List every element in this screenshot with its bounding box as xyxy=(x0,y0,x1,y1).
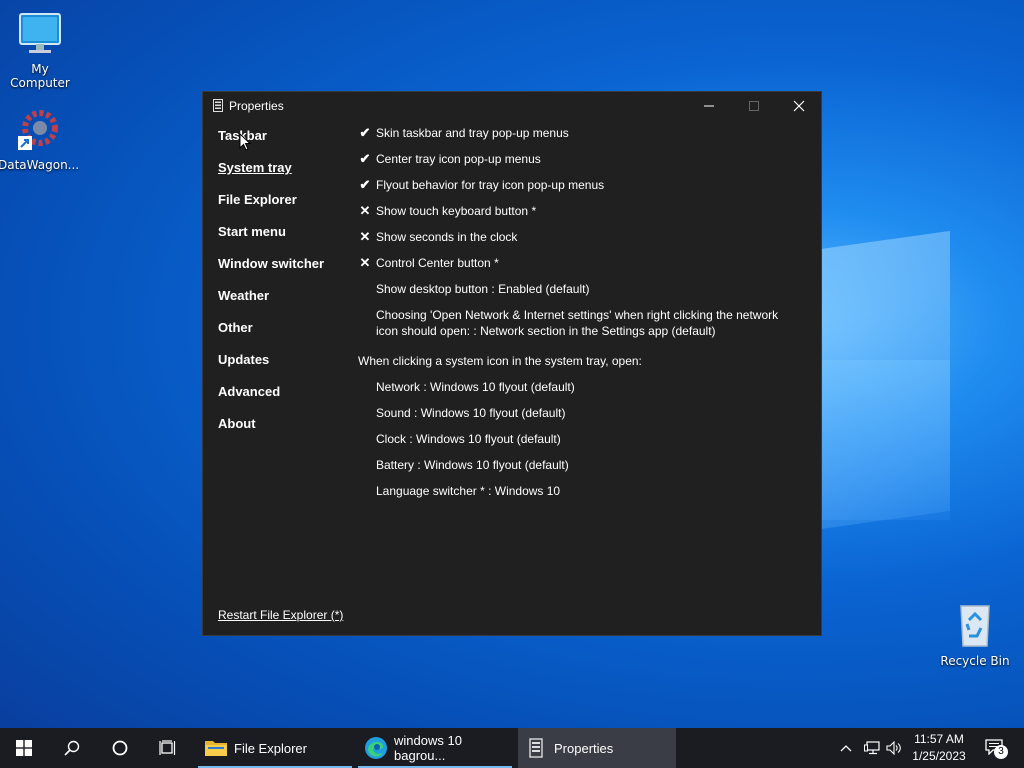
desktop-icon-datawagon[interactable]: DataWagon... xyxy=(0,106,80,172)
option-label: Center tray icon pop-up menus xyxy=(376,152,541,166)
section-heading: When clicking a system icon in the syste… xyxy=(358,354,642,368)
speaker-icon xyxy=(886,741,901,755)
windows-logo-icon xyxy=(16,740,32,756)
option-label: Skin taskbar and tray pop-up menus xyxy=(376,126,569,140)
desktop-icon-label: Recycle Bin xyxy=(940,654,1010,668)
desktop-icon-recycle-bin[interactable]: Recycle Bin xyxy=(935,602,1015,668)
option-sound-flyout[interactable]: Sound : Windows 10 flyout (default) xyxy=(358,405,798,431)
cross-icon: ✕ xyxy=(359,203,371,218)
clock-date: 1/25/2023 xyxy=(912,749,966,763)
option-label: Battery : Windows 10 flyout (default) xyxy=(376,458,569,472)
nav-item-file-explorer[interactable]: File Explorer xyxy=(218,192,324,224)
option-label: Language switcher * : Windows 10 xyxy=(376,484,561,498)
taskbar-app-properties[interactable]: Properties xyxy=(518,728,676,768)
cortana-button[interactable] xyxy=(96,728,144,768)
taskbar-app-edge[interactable]: windows 10 bagrou... xyxy=(358,728,512,768)
cortana-circle-icon xyxy=(112,740,128,756)
nav-item-weather[interactable]: Weather xyxy=(218,288,324,320)
option-show-seconds[interactable]: ✕ Show seconds in the clock xyxy=(358,229,798,255)
nav-item-updates[interactable]: Updates xyxy=(218,352,324,384)
monitor-icon xyxy=(16,10,64,58)
wallpaper-light-lower xyxy=(820,360,950,520)
option-center-tray-menus[interactable]: ✔ Center tray icon pop-up menus xyxy=(358,151,798,177)
option-network-flyout[interactable]: Network : Windows 10 flyout (default) xyxy=(358,379,798,405)
settings-content: ✔ Skin taskbar and tray pop-up menus ✔ C… xyxy=(358,125,798,509)
checkmark-icon: ✔ xyxy=(359,151,371,166)
taskbar-app-label: Properties xyxy=(554,740,614,756)
checkmark-icon: ✔ xyxy=(359,177,371,192)
desktop-icon-my-computer[interactable]: My Computer xyxy=(0,10,80,90)
search-button[interactable] xyxy=(48,728,96,768)
option-clock-flyout[interactable]: Clock : Windows 10 flyout (default) xyxy=(358,431,798,457)
option-battery-flyout[interactable]: Battery : Windows 10 flyout (default) xyxy=(358,457,798,483)
network-icon xyxy=(864,741,880,755)
nav-item-advanced[interactable]: Advanced xyxy=(218,384,324,416)
nav-item-other[interactable]: Other xyxy=(218,320,324,352)
option-label: Sound : Windows 10 flyout (default) xyxy=(376,406,566,420)
folder-icon xyxy=(204,736,228,760)
cross-icon: ✕ xyxy=(359,255,371,270)
close-button[interactable] xyxy=(776,92,821,120)
minimize-icon xyxy=(703,105,714,107)
recycle-bin-icon xyxy=(951,602,999,650)
option-label: Flyout behavior for tray icon pop-up men… xyxy=(376,178,605,192)
option-label: Show touch keyboard button * xyxy=(376,204,537,218)
mouse-cursor-icon xyxy=(239,133,251,151)
notification-count-badge: 3 xyxy=(994,745,1008,759)
option-label: Network : Windows 10 flyout (default) xyxy=(376,380,575,394)
option-language-switcher[interactable]: Language switcher * : Windows 10 xyxy=(358,483,798,509)
properties-app-icon xyxy=(213,99,223,112)
settings-nav: Taskbar System tray File Explorer Start … xyxy=(218,128,324,448)
option-label: Clock : Windows 10 flyout (default) xyxy=(376,432,561,446)
taskbar-clock[interactable]: 11:57 AM 1/25/2023 xyxy=(905,731,973,765)
close-icon xyxy=(793,100,804,112)
nav-item-system-tray[interactable]: System tray xyxy=(218,160,324,192)
notification-icon: 3 xyxy=(985,739,1008,759)
option-label: Control Center button * xyxy=(376,256,499,270)
nav-item-start-menu[interactable]: Start menu xyxy=(218,224,324,256)
properties-window: Properties Taskbar System tray File Expl… xyxy=(202,91,822,636)
title-bar[interactable]: Properties xyxy=(203,92,821,120)
chevron-up-icon xyxy=(840,745,852,752)
taskbar-app-label: File Explorer xyxy=(234,740,307,756)
nav-item-taskbar[interactable]: Taskbar xyxy=(218,128,324,160)
option-label: Show desktop button : Enabled (default) xyxy=(376,282,590,296)
gear-shortcut-icon xyxy=(14,106,62,154)
desktop-icon-label: DataWagon... xyxy=(0,158,80,172)
taskbar-app-file-explorer[interactable]: File Explorer xyxy=(198,728,352,768)
volume-tray-button[interactable] xyxy=(883,728,905,768)
show-hidden-icons-button[interactable] xyxy=(834,728,858,768)
cross-icon: ✕ xyxy=(359,229,371,244)
taskbar: File Explorer windows 10 bagrou... Prope… xyxy=(0,728,1024,768)
option-label: Show seconds in the clock xyxy=(376,230,518,244)
maximize-icon xyxy=(748,101,759,111)
properties-app-icon xyxy=(524,736,548,760)
task-view-icon xyxy=(159,740,176,755)
start-button[interactable] xyxy=(0,728,48,768)
minimize-button[interactable] xyxy=(686,92,731,120)
checkmark-icon: ✔ xyxy=(359,125,371,140)
option-skin-taskbar[interactable]: ✔ Skin taskbar and tray pop-up menus xyxy=(358,125,798,151)
maximize-button[interactable] xyxy=(731,92,776,120)
nav-item-window-switcher[interactable]: Window switcher xyxy=(218,256,324,288)
option-label: Choosing 'Open Network & Internet settin… xyxy=(376,308,779,338)
action-center-button[interactable]: 3 xyxy=(978,728,1012,768)
option-show-desktop[interactable]: Show desktop button : Enabled (default) xyxy=(358,281,798,307)
desktop-icon-label: My Computer xyxy=(10,62,70,90)
restart-explorer-link[interactable]: Restart File Explorer (*) xyxy=(218,608,343,622)
search-icon xyxy=(64,740,80,756)
edge-browser-icon xyxy=(364,736,388,760)
task-view-button[interactable] xyxy=(144,728,192,768)
network-tray-button[interactable] xyxy=(860,728,884,768)
option-network-settings[interactable]: Choosing 'Open Network & Internet settin… xyxy=(358,307,798,353)
taskbar-app-label: windows 10 bagrou... xyxy=(394,733,462,763)
option-flyout-behavior[interactable]: ✔ Flyout behavior for tray icon pop-up m… xyxy=(358,177,798,203)
option-control-center[interactable]: ✕ Control Center button * xyxy=(358,255,798,281)
window-title: Properties xyxy=(229,99,284,113)
nav-item-about[interactable]: About xyxy=(218,416,324,448)
clock-time: 11:57 AM xyxy=(914,732,964,746)
option-touch-keyboard[interactable]: ✕ Show touch keyboard button * xyxy=(358,203,798,229)
